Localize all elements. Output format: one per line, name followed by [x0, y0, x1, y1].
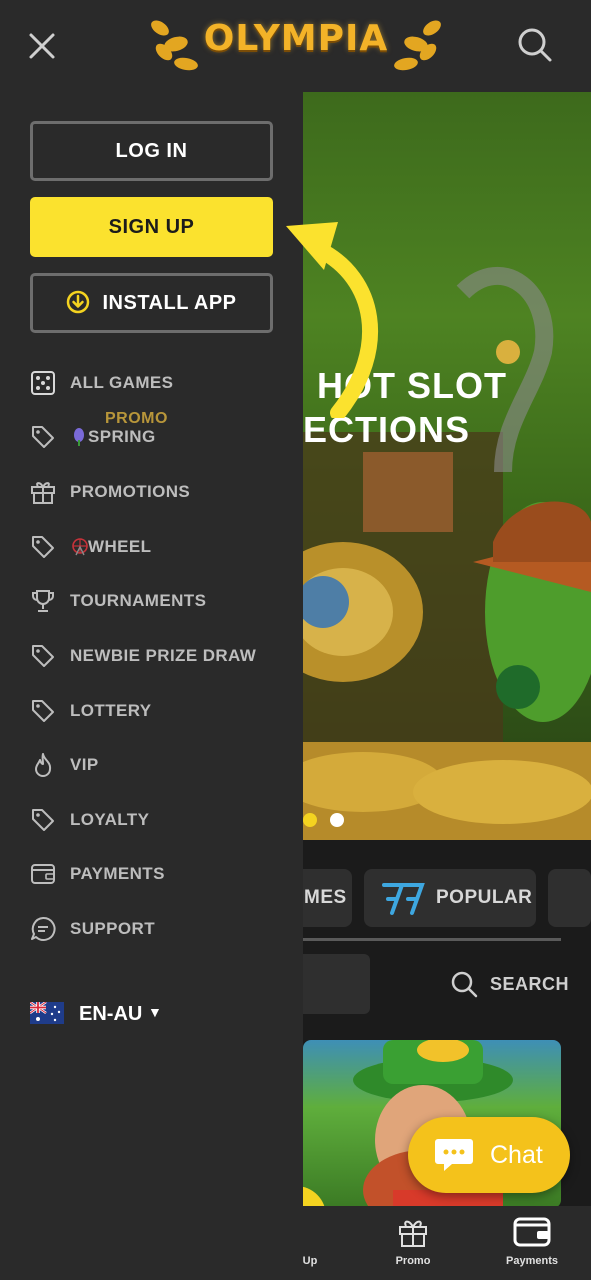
hero-artwork — [303, 266, 591, 840]
login-button[interactable]: LOG IN — [30, 121, 273, 181]
gift-icon — [399, 1220, 427, 1247]
menu-item-newbie-prize-draw[interactable]: NEWBIE PRIZE DRAW — [30, 635, 303, 679]
category-chip-popular-label: POPULAR — [436, 887, 533, 908]
install-app-button[interactable]: INSTALL APP — [30, 273, 273, 333]
menu-item-label: NEWBIE PRIZE DRAW — [70, 646, 257, 665]
tag-icon — [32, 809, 54, 831]
sevens-icon — [382, 883, 425, 915]
pointer-arrow-icon — [286, 222, 378, 418]
carousel-dot[interactable] — [330, 813, 344, 827]
install-app-label: INSTALL APP — [102, 292, 237, 314]
tag-icon — [32, 536, 54, 558]
menu-item-support[interactable]: SUPPORT — [30, 908, 303, 952]
search-icon[interactable] — [450, 970, 478, 998]
menu-item-label: SUPPORT — [70, 919, 155, 938]
tag-icon — [32, 645, 54, 667]
chat-icon — [435, 1139, 473, 1171]
ferris-wheel-icon — [72, 538, 88, 556]
menu-item-label: ALL GAMES — [70, 373, 174, 392]
flame-icon — [35, 753, 52, 777]
close-icon[interactable] — [24, 28, 60, 64]
menu-item-label: PAYMENTS — [70, 864, 165, 883]
menu-item-wheel[interactable]: WHEEL — [30, 526, 303, 570]
category-chip-more[interactable] — [548, 869, 591, 927]
menu-item-label: LOTTERY — [70, 701, 152, 720]
menu-item-vip[interactable]: VIP — [30, 744, 303, 788]
menu-item-loyalty[interactable]: LOYALTY — [30, 799, 303, 843]
wallet-icon — [31, 864, 55, 884]
menu-item-promotions[interactable]: PROMOTIONS — [30, 471, 303, 515]
menu-item-payments[interactable]: PAYMENTS — [30, 853, 303, 897]
hero-banner[interactable]: HOT SLOT ECTIONS — [303, 92, 591, 840]
category-scroll-track — [303, 938, 561, 941]
menu-item-label: TOURNAMENTS — [70, 591, 207, 610]
carousel-dots — [303, 813, 363, 829]
olympia-logo[interactable]: OLYMPIA — [146, 14, 446, 76]
download-icon — [67, 290, 90, 313]
menu-item-label: WHEEL — [88, 537, 152, 556]
dice-icon — [31, 371, 55, 395]
menu-item-label: LOYALTY — [70, 810, 150, 829]
bottom-nav-promo[interactable]: Promo — [380, 1206, 446, 1280]
chat-bubble-icon — [31, 916, 56, 941]
search-label[interactable]: SEARCH — [490, 974, 569, 995]
menu-item-lottery[interactable]: LOTTERY — [30, 690, 303, 734]
tag-icon — [32, 426, 54, 448]
language-selector[interactable]: EN-AU ▼ — [30, 1000, 170, 1030]
menu-item-all-games[interactable]: ALL GAMES — [30, 362, 303, 406]
hyacinth-icon — [74, 428, 84, 446]
menu-item-label: SPRING — [88, 427, 156, 446]
app-header: OLYMPIA — [0, 0, 591, 92]
menu-item-tournaments[interactable]: TOURNAMENTS — [30, 580, 303, 624]
chat-label: Chat — [490, 1141, 543, 1169]
australia-flag-icon — [30, 1002, 64, 1024]
bottom-nav-payments-label: Payments — [506, 1255, 558, 1267]
carousel-dot-active[interactable] — [303, 813, 317, 827]
menu-item-label: VIP — [70, 755, 99, 774]
signup-button[interactable]: SIGN UP — [30, 197, 273, 257]
logo-text: OLYMPIA — [203, 18, 389, 59]
menu-item-spring[interactable]: SPRING — [30, 416, 303, 460]
bottom-nav-payments[interactable]: Payments — [494, 1206, 570, 1280]
side-drawer — [0, 92, 303, 1280]
category-chip-popular[interactable]: POPULAR — [364, 869, 536, 927]
gift-icon — [31, 482, 55, 504]
language-label: EN-AU — [79, 1003, 143, 1025]
tag-icon — [32, 700, 54, 722]
chat-button[interactable]: Chat — [408, 1117, 570, 1193]
caret-down-icon: ▼ — [148, 1004, 162, 1020]
wallet-icon — [513, 1217, 551, 1247]
menu-item-label: PROMOTIONS — [70, 482, 191, 501]
bottom-nav-promo-label: Promo — [395, 1255, 431, 1267]
search-icon[interactable] — [514, 24, 554, 64]
category-chip-games-label: MES — [304, 887, 347, 908]
trophy-icon — [32, 590, 54, 612]
